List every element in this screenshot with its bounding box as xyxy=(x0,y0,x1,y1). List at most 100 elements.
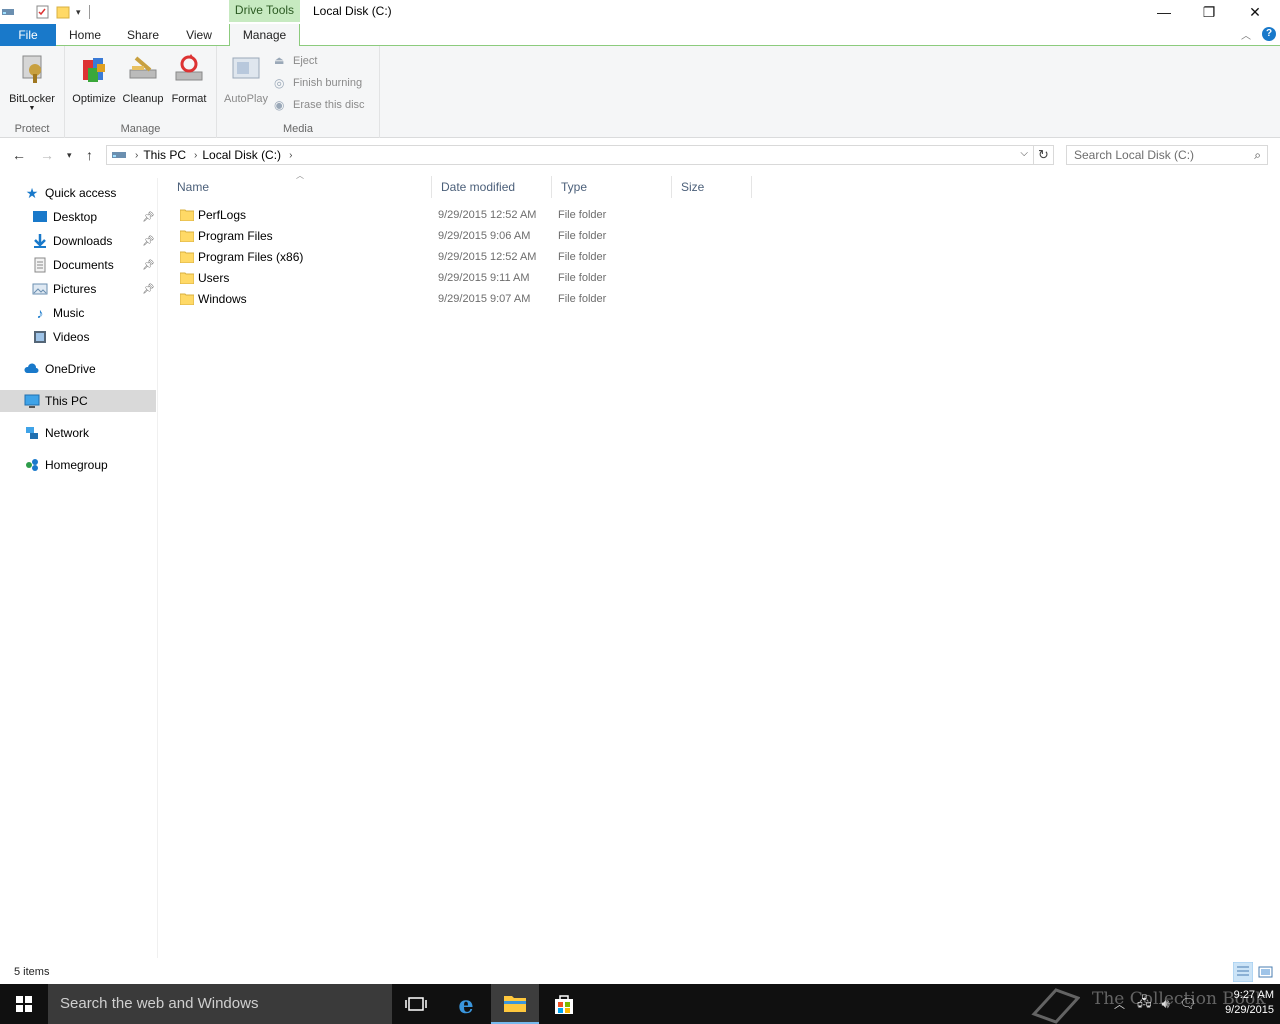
tab-file[interactable]: File xyxy=(0,24,56,46)
nav-item-this-pc[interactable]: This PC xyxy=(0,390,156,412)
forward-arrow-icon[interactable]: → xyxy=(40,147,54,163)
address-history-chevron-icon[interactable]: ⌵ xyxy=(1020,148,1028,159)
new-folder-icon[interactable] xyxy=(56,5,70,19)
search-icon[interactable]: ⌕ xyxy=(1254,148,1261,163)
network-tray-icon[interactable]: 🖧︎ xyxy=(1137,993,1152,1015)
file-name: PerfLogs xyxy=(198,208,247,222)
close-button[interactable]: ✕ xyxy=(1232,0,1278,24)
restore-button[interactable]: ❐ xyxy=(1186,0,1232,24)
erase-disc-button[interactable]: ◉ Erase this disc xyxy=(274,96,365,114)
pin-icon[interactable]: 📌︎ xyxy=(142,212,155,223)
show-hidden-icons-chevron-icon[interactable]: ︿ xyxy=(1114,996,1125,1012)
nav-item-documents[interactable]: Documents 📌︎ xyxy=(0,254,156,276)
table-row[interactable]: Windows 9/29/2015 9:07 AM File folder xyxy=(176,289,646,310)
autoplay-icon xyxy=(232,57,260,79)
format-label: Format xyxy=(171,93,207,105)
nav-item-label: Videos xyxy=(53,330,90,344)
desktop-icon xyxy=(33,211,47,222)
file-date-modified: 9/29/2015 12:52 AM xyxy=(438,209,537,221)
store-button[interactable] xyxy=(540,984,588,1024)
file-type: File folder xyxy=(558,230,607,242)
drive-tools-context-label: Drive Tools xyxy=(229,0,300,22)
onedrive-cloud-icon xyxy=(24,363,39,373)
tab-home[interactable]: Home xyxy=(60,24,110,46)
eject-label: Eject xyxy=(293,55,318,67)
clock-date: 9/29/2015 xyxy=(1225,1004,1274,1016)
up-arrow-icon[interactable]: ↑ xyxy=(86,147,93,163)
table-row[interactable]: Program Files 9/29/2015 9:06 AM File fol… xyxy=(176,226,646,247)
customize-qat-chevron-icon[interactable]: ▾ xyxy=(76,7,81,18)
refresh-icon[interactable]: ↻ xyxy=(1034,145,1054,165)
help-icon[interactable]: ? xyxy=(1262,27,1276,41)
taskbar-search-box[interactable]: Search the web and Windows xyxy=(48,984,392,1024)
nav-item-label: Downloads xyxy=(53,234,113,248)
nav-item-pictures[interactable]: Pictures 📌︎ xyxy=(0,278,156,300)
folder-icon xyxy=(180,230,194,242)
file-type: File folder xyxy=(558,209,607,221)
ribbon-panel: BitLocker ▼ Protect Optimize Cleanup For… xyxy=(0,46,1280,138)
pin-icon[interactable]: 📌︎ xyxy=(142,236,155,247)
back-arrow-icon[interactable]: ← xyxy=(12,147,26,163)
ribbon-tab-bar: File Home Share View Manage ︿ ? xyxy=(0,24,1280,47)
nav-item-onedrive[interactable]: OneDrive xyxy=(0,358,156,380)
media-group-label: Media xyxy=(283,123,313,135)
minimize-ribbon-chevron-icon[interactable]: ︿ xyxy=(1241,27,1251,42)
minimize-button[interactable]: — xyxy=(1141,0,1187,24)
finish-burning-button[interactable]: ◎ Finish burning xyxy=(274,74,362,92)
nav-item-label: Music xyxy=(53,306,85,320)
search-box[interactable]: ⌕ xyxy=(1066,145,1268,165)
address-row: ← → ▾ ↑ › This PC › Local Disk (C:) › ⌵ … xyxy=(0,140,1280,170)
nav-item-homegroup[interactable]: Homegroup xyxy=(0,454,156,476)
table-row[interactable]: PerfLogs 9/29/2015 12:52 AM File folder xyxy=(176,205,646,226)
format-button[interactable]: Format xyxy=(167,52,211,105)
nav-item-music[interactable]: ♪ Music xyxy=(0,302,156,324)
table-row[interactable]: Users 9/29/2015 9:11 AM File folder xyxy=(176,268,646,289)
edge-button[interactable]: e xyxy=(442,984,490,1024)
bitlocker-button[interactable]: BitLocker ▼ xyxy=(6,52,58,112)
format-icon xyxy=(175,54,203,81)
action-center-icon[interactable]: 🗨︎ xyxy=(1180,996,1197,1012)
cleanup-button[interactable]: Cleanup xyxy=(120,52,166,105)
taskbar: Search the web and Windows e The Collect… xyxy=(0,984,1280,1024)
cleanup-icon xyxy=(129,56,157,79)
column-header-type[interactable]: Type xyxy=(552,176,672,198)
volume-icon[interactable]: 🔊︎ xyxy=(1162,996,1170,1012)
tab-view[interactable]: View xyxy=(178,24,220,46)
taskbar-clock[interactable]: 9:27 AM 9/29/2015 xyxy=(1204,988,1274,1018)
tab-share[interactable]: Share xyxy=(120,24,166,46)
nav-item-desktop[interactable]: Desktop 📌︎ xyxy=(0,206,156,228)
details-view-icon[interactable] xyxy=(1233,962,1253,982)
network-icon xyxy=(26,427,38,439)
folder-icon xyxy=(180,251,194,263)
nav-item-label: Documents xyxy=(53,258,114,272)
breadcrumb-separator[interactable]: › xyxy=(194,150,197,161)
breadcrumb-local-disk[interactable]: Local Disk (C:) xyxy=(202,148,281,162)
nav-item-videos[interactable]: Videos xyxy=(0,326,156,348)
column-header-size[interactable]: Size xyxy=(672,176,752,198)
pin-icon[interactable]: 📌︎ xyxy=(142,260,155,271)
large-icons-view-icon[interactable] xyxy=(1256,962,1276,982)
breadcrumb-this-pc[interactable]: This PC xyxy=(143,148,186,162)
address-bar[interactable]: › This PC › Local Disk (C:) › ⌵ xyxy=(106,145,1034,165)
eject-button[interactable]: ⏏ Eject xyxy=(274,52,317,70)
breadcrumb-separator[interactable]: › xyxy=(135,150,138,161)
task-view-button[interactable] xyxy=(392,984,440,1024)
nav-quick-access[interactable]: ★ Quick access xyxy=(0,182,156,204)
breadcrumb-separator[interactable]: › xyxy=(289,150,292,161)
finish-burning-label: Finish burning xyxy=(293,77,363,89)
start-button[interactable] xyxy=(0,984,48,1024)
nav-item-label: Pictures xyxy=(53,282,97,296)
column-header-date-modified[interactable]: Date modified xyxy=(432,176,552,198)
properties-icon[interactable] xyxy=(36,5,50,19)
table-row[interactable]: Program Files (x86) 9/29/2015 12:52 AM F… xyxy=(176,247,646,268)
nav-item-network[interactable]: Network xyxy=(0,422,156,444)
autoplay-button[interactable]: AutoPlay xyxy=(221,52,271,105)
pin-icon[interactable]: 📌︎ xyxy=(142,284,155,295)
tab-manage[interactable]: Manage xyxy=(229,24,300,47)
bitlocker-dropdown-icon: ▼ xyxy=(28,105,36,112)
search-input[interactable] xyxy=(1074,146,1244,164)
recent-locations-chevron-icon[interactable]: ▾ xyxy=(67,150,72,161)
optimize-button[interactable]: Optimize xyxy=(69,52,119,105)
file-explorer-button[interactable] xyxy=(491,984,539,1024)
nav-item-downloads[interactable]: Downloads 📌︎ xyxy=(0,230,156,252)
